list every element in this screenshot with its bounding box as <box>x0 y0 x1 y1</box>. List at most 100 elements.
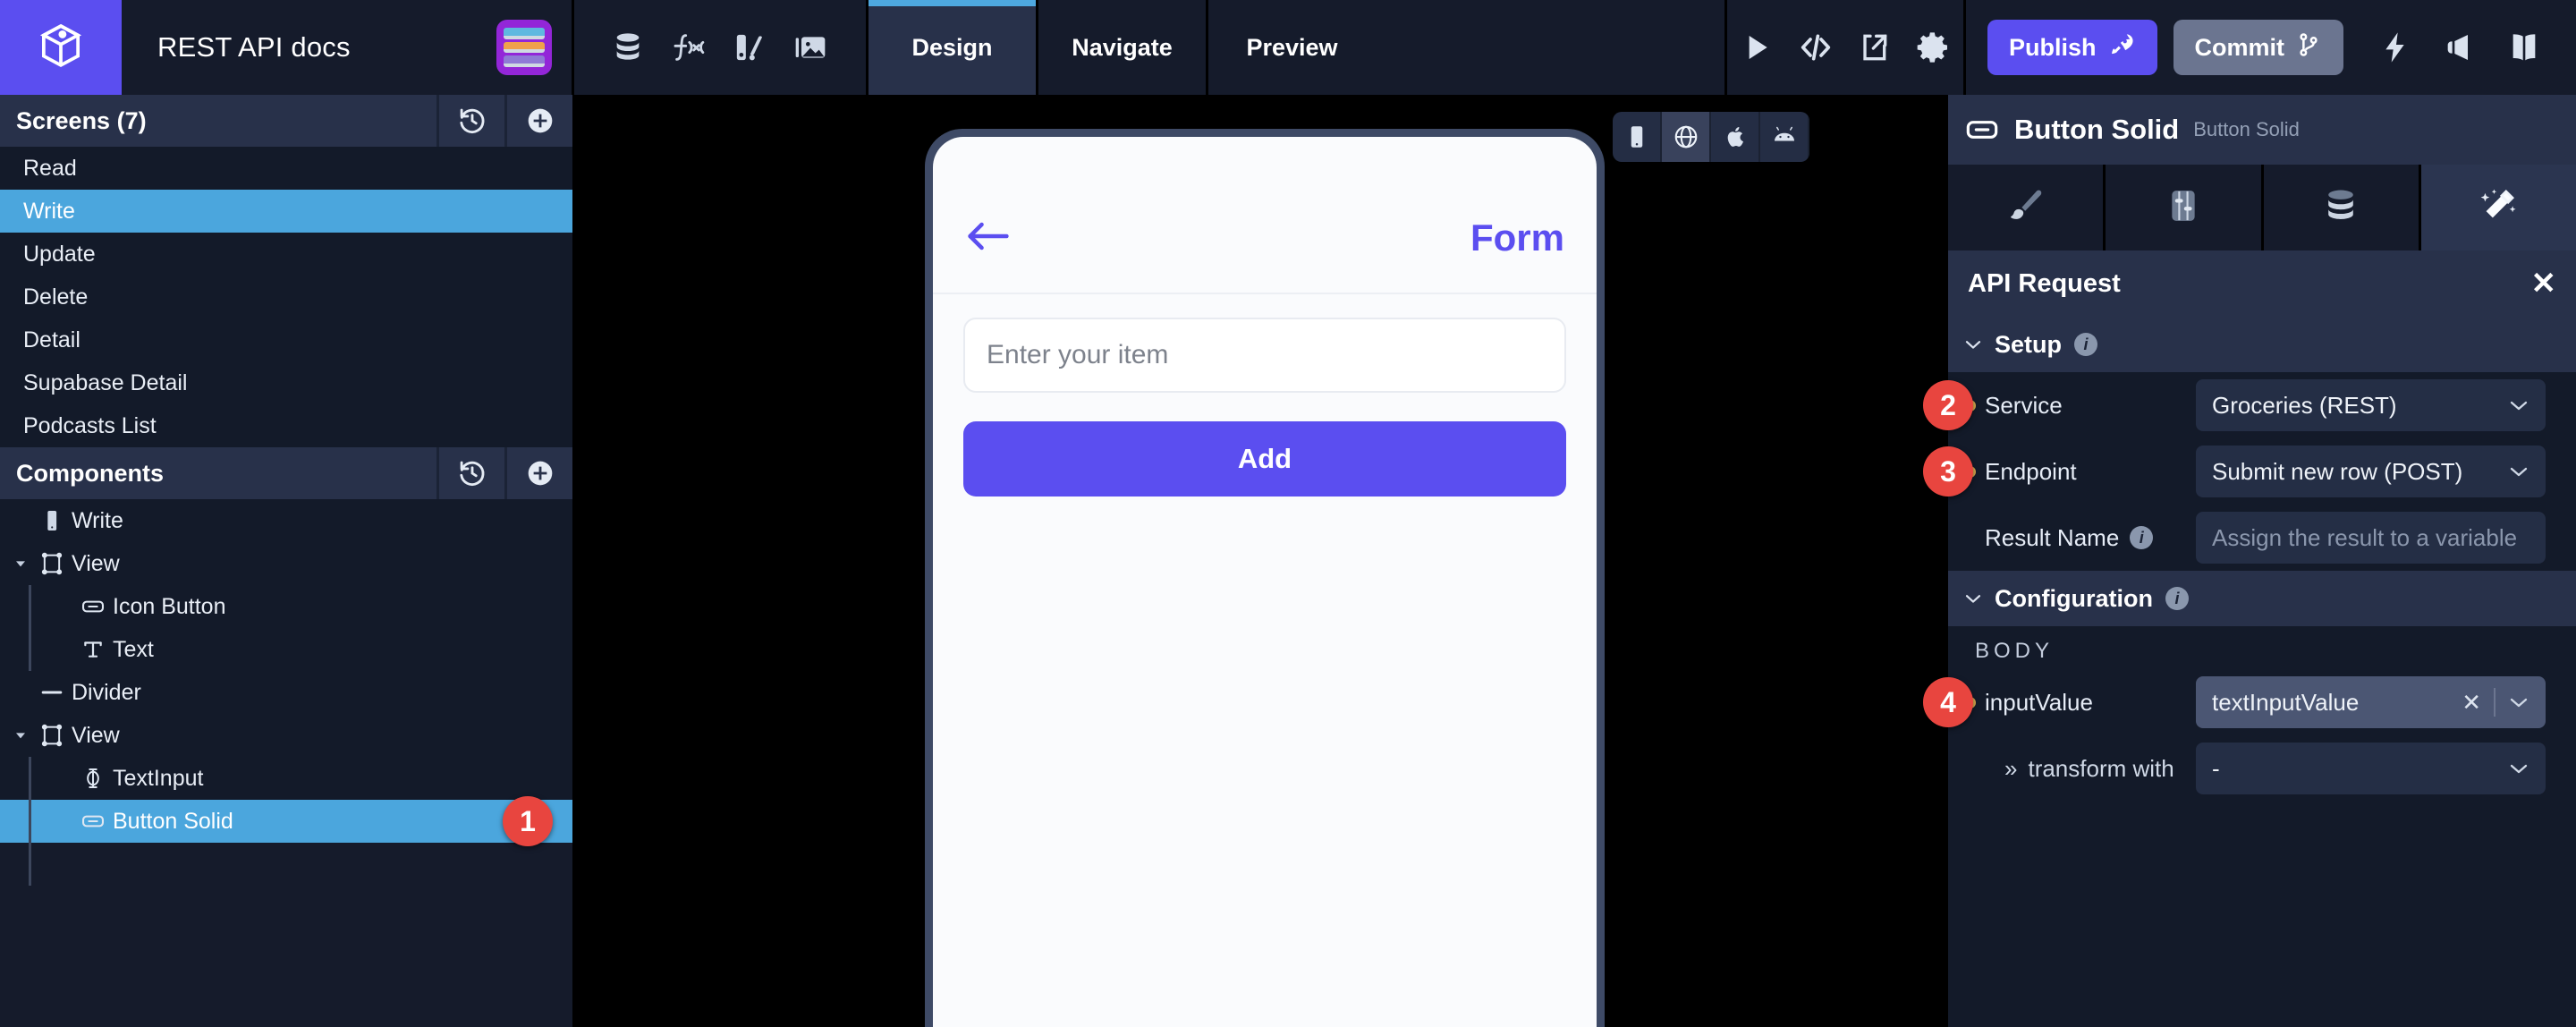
step-badge-4: 4 <box>1923 677 1973 727</box>
history-icon[interactable] <box>436 95 504 147</box>
components-panel-header: Components <box>0 447 572 499</box>
tree-item-divider[interactable]: Divider <box>0 671 572 714</box>
inspector-tabs <box>1948 165 2576 250</box>
input-result-name[interactable]: Assign the result to a variable <box>2196 512 2546 564</box>
code-icon[interactable] <box>1786 0 1845 95</box>
chevron-down-icon[interactable] <box>2496 695 2529 709</box>
tree-item-icon-button[interactable]: Icon Button <box>0 585 572 628</box>
chevron-down-icon[interactable] <box>9 556 32 571</box>
tab-style[interactable] <box>1948 165 2106 250</box>
history-icon[interactable] <box>436 447 504 499</box>
chevron-down-icon <box>1964 338 1982 351</box>
plus-circle-icon[interactable] <box>504 447 572 499</box>
screens-panel-header: Screens (7) <box>0 95 572 147</box>
field-label-text: Service <box>1985 391 2063 419</box>
publish-label: Publish <box>2008 33 2097 61</box>
tab-actions[interactable] <box>2420 165 2576 250</box>
screen-item-write[interactable]: Write <box>0 190 572 233</box>
frame-icon <box>32 723 72 748</box>
arrow-left-icon[interactable] <box>965 218 1012 259</box>
inspector-panel-title: API Request <box>1968 268 2121 298</box>
app-logo[interactable] <box>0 0 122 95</box>
field-value: Groceries (REST) <box>2212 391 2397 419</box>
inspector-component-type: Button Solid <box>2193 118 2300 140</box>
tree-item-view[interactable]: View <box>0 714 572 757</box>
tab-preview[interactable]: Preview <box>1206 0 1376 95</box>
tab-data[interactable] <box>2263 165 2421 250</box>
preview-add-button[interactable]: Add <box>963 421 1566 497</box>
field-label: inputValue <box>1985 689 2196 717</box>
git-branch-icon <box>2295 31 2322 64</box>
select-transform-with[interactable]: - <box>2196 743 2546 794</box>
book-icon[interactable] <box>2494 0 2555 95</box>
info-icon[interactable]: i <box>2130 526 2154 549</box>
tree-item-view[interactable]: View <box>0 542 572 585</box>
select-service[interactable]: Groceries (REST) <box>2196 379 2546 431</box>
screen-item-update[interactable]: Update <box>0 233 572 276</box>
android-icon[interactable] <box>1760 112 1809 162</box>
chevron-down-icon[interactable] <box>2496 464 2529 479</box>
frame-icon <box>32 551 72 576</box>
apple-icon[interactable] <box>1711 112 1760 162</box>
field-row-transform-with: » transform with - <box>1948 735 2576 802</box>
tree-item-textinput[interactable]: TextInput <box>0 757 572 800</box>
close-icon[interactable]: ✕ <box>2449 689 2494 717</box>
publish-button[interactable]: Publish <box>1987 20 2157 75</box>
divider-icon <box>32 680 72 705</box>
actions-wand-icon <box>2478 185 2519 231</box>
chevron-down-icon[interactable] <box>2496 761 2529 776</box>
field-label-text: Result Name <box>1985 523 2120 551</box>
info-icon[interactable]: i <box>2074 333 2098 356</box>
configuration-section-header[interactable]: Configuration i <box>1948 571 2576 626</box>
chevron-down-icon[interactable] <box>2496 398 2529 412</box>
screen-item-label: Detail <box>23 327 80 352</box>
play-icon[interactable] <box>1727 0 1786 95</box>
screen-item-podcasts-list[interactable]: Podcasts List <box>0 404 572 447</box>
share-icon[interactable] <box>1845 0 1904 95</box>
mobile-device-icon[interactable] <box>1613 112 1662 162</box>
assets-image-icon[interactable] <box>780 0 841 95</box>
lightning-icon[interactable] <box>2365 0 2426 95</box>
preview-header: Form <box>933 183 1597 294</box>
screen-item-supabase-detail[interactable]: Supabase Detail <box>0 361 572 404</box>
tree-item-label: Divider <box>72 679 141 705</box>
tree-guide-line <box>29 585 31 671</box>
function-icon[interactable] <box>658 0 719 95</box>
setup-heading: Setup <box>1995 330 2063 358</box>
canvas-area: Form Enter your item Add <box>572 95 1948 1027</box>
screen-item-detail[interactable]: Detail <box>0 318 572 361</box>
tab-layout[interactable] <box>2106 165 2264 250</box>
setup-section-header[interactable]: Setup i <box>1948 317 2576 372</box>
plus-circle-icon[interactable] <box>504 95 572 147</box>
preview-title: Form <box>1470 216 1564 259</box>
preview-text-input[interactable]: Enter your item <box>963 318 1566 393</box>
select-endpoint[interactable]: Submit new row (POST) <box>2196 446 2546 497</box>
tab-navigate[interactable]: Navigate <box>1036 0 1206 95</box>
inspector-header: Button Solid Button Solid <box>1948 95 2576 165</box>
field-label-text: inputValue <box>1985 688 2093 716</box>
books-thumbnail-icon[interactable] <box>496 20 552 75</box>
gear-icon[interactable] <box>1904 0 1963 95</box>
screen-item-read[interactable]: Read <box>0 147 572 190</box>
button-icon <box>73 809 113 834</box>
web-globe-icon[interactable] <box>1662 112 1711 162</box>
megaphone-icon[interactable] <box>2429 0 2490 95</box>
tree-item-label: Write <box>72 507 123 533</box>
tree-item-button-solid[interactable]: Button Solid 1 <box>0 796 572 846</box>
close-icon[interactable]: ✕ <box>2531 268 2557 299</box>
tree-item-write[interactable]: Write <box>0 499 572 542</box>
tab-design[interactable]: Design <box>866 0 1036 95</box>
screen-item-delete[interactable]: Delete <box>0 276 572 318</box>
tree-item-text[interactable]: Text <box>0 628 572 671</box>
input-inputvalue[interactable]: textInputValue ✕ <box>2196 676 2546 728</box>
project-zone[interactable]: REST API docs <box>122 0 574 95</box>
info-icon[interactable]: i <box>2165 587 2189 610</box>
commit-button[interactable]: Commit <box>2173 20 2343 75</box>
configuration-heading: Configuration <box>1995 584 2153 612</box>
theme-icon[interactable] <box>719 0 780 95</box>
project-title: REST API docs <box>157 31 351 63</box>
chevron-down-icon[interactable] <box>9 728 32 743</box>
field-value: - <box>2212 754 2220 782</box>
database-icon[interactable] <box>597 0 658 95</box>
